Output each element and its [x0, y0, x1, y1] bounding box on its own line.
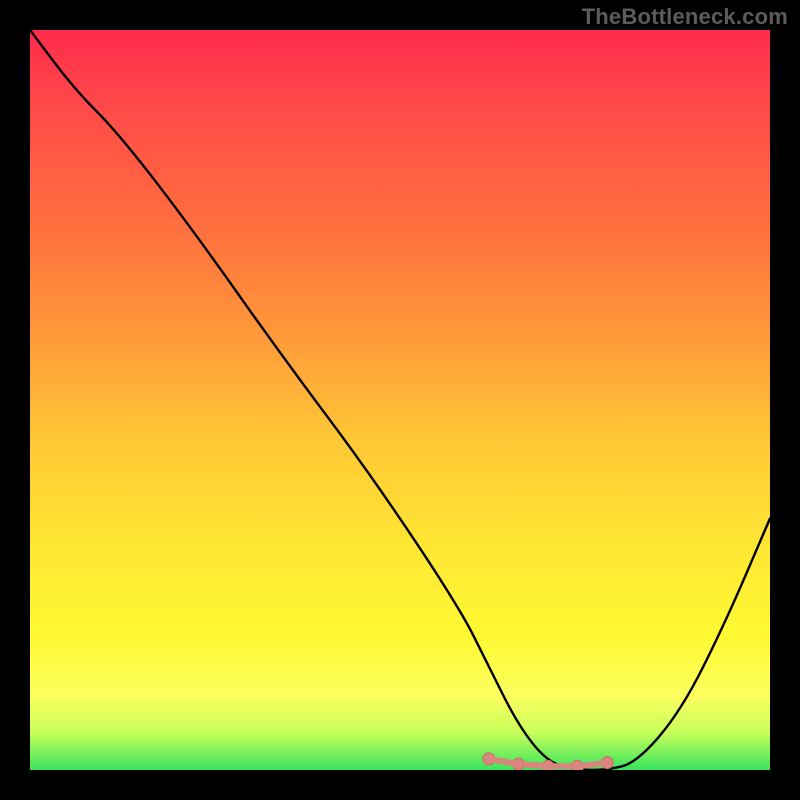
- chart-frame: TheBottleneck.com: [0, 0, 800, 800]
- watermark-text: TheBottleneck.com: [582, 4, 788, 30]
- bottleneck-curve: [30, 30, 770, 770]
- plot-area: [30, 30, 770, 770]
- chart-svg: [30, 30, 770, 770]
